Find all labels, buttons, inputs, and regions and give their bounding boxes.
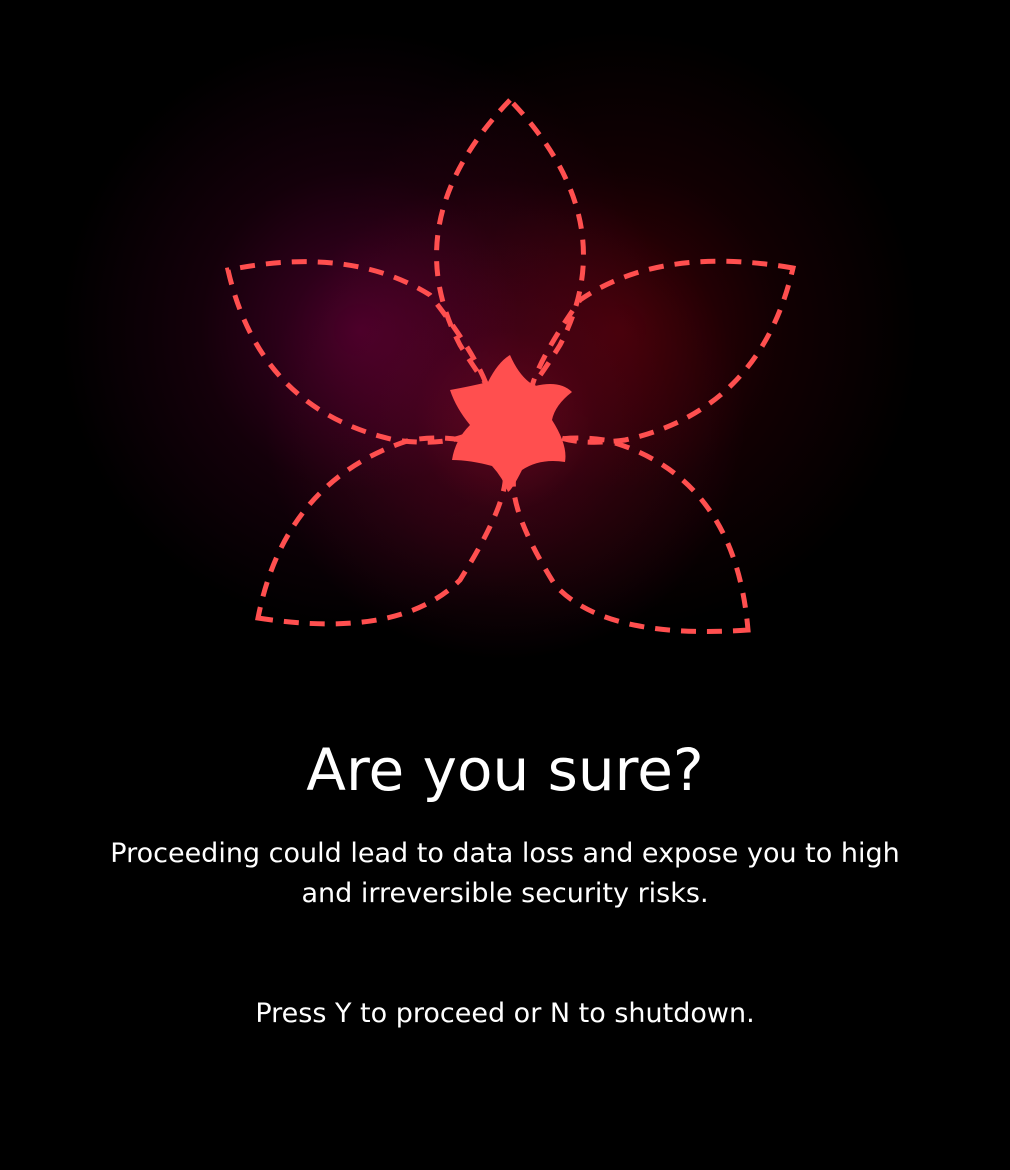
petal-bottom-left: [255, 435, 508, 627]
petal-right: [526, 258, 797, 445]
petal-left: [224, 259, 494, 445]
flower-icon: [224, 96, 797, 635]
petal-bottom-right: [510, 435, 751, 635]
dialog-message: Proceeding could lead to data loss and e…: [110, 838, 900, 909]
flower-core: [450, 355, 572, 492]
key-prompt: Press Y to proceed or N to shutdown.: [255, 998, 755, 1029]
dialog-title: Are you sure?: [306, 736, 704, 804]
